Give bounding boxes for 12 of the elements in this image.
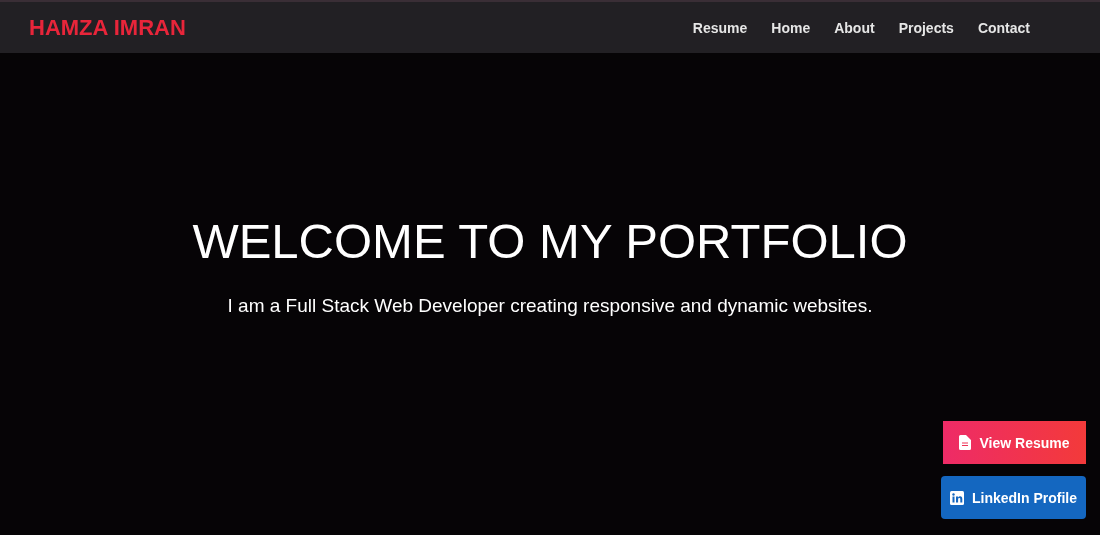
document-icon [959, 435, 972, 450]
nav-link[interactable]: Projects [898, 19, 954, 36]
nav-link[interactable]: Home [771, 19, 811, 36]
brand-logo[interactable]: HAMZA IMRAN [29, 14, 186, 41]
nav-link[interactable]: About [834, 19, 875, 36]
hero-subtitle: I am a Full Stack Web Developer creating responsive and dynamic websites. [227, 295, 873, 317]
nav-link[interactable]: Resume [692, 19, 748, 36]
view-resume-button[interactable]: View Resume [943, 421, 1086, 464]
linkedin-icon [950, 490, 964, 505]
linkedin-button[interactable]: LinkedIn Profile [941, 476, 1086, 519]
nav-link[interactable]: Contact [977, 19, 1030, 36]
hero-title: WELCOME TO MY PORTFOLIO [192, 213, 908, 269]
